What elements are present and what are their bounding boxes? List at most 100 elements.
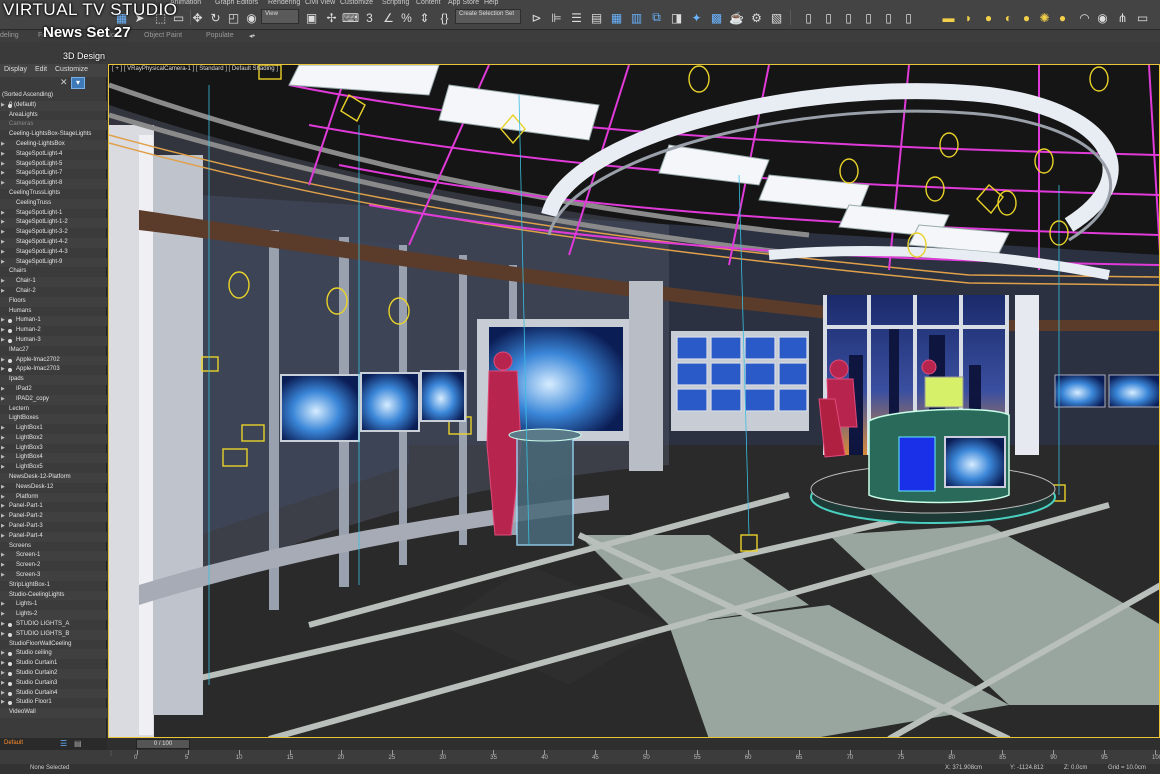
expand-arrow-icon[interactable]: ▶ — [1, 179, 5, 189]
scene-tree-row[interactable]: ▶ Platform — [0, 492, 107, 503]
scene-tree-row[interactable]: NewsDesk-12-Platform — [0, 473, 107, 483]
mirror-icon[interactable]: ⊳ — [528, 9, 545, 26]
angle-snap-icon[interactable]: ∠ — [380, 9, 397, 26]
scene-tree-row[interactable]: ▶ StageSpotLight-3-2 — [0, 228, 107, 238]
scene-tree-row[interactable]: ▶ 0 (default) — [0, 100, 107, 111]
scene-tree-row[interactable]: ▶ Panel-Part-4 — [0, 531, 107, 542]
visibility-icon[interactable] — [8, 623, 12, 628]
named-selection-set-dropdown[interactable]: Create Selection Set — [455, 9, 521, 24]
expand-arrow-icon[interactable]: ▶ — [1, 326, 5, 336]
scene-tree-row[interactable]: ▶ Chair-1 — [0, 277, 107, 287]
sort-header[interactable]: (Sorted Ascending) — [0, 91, 107, 101]
render-setup-icon[interactable]: ✦ — [688, 9, 705, 26]
schematic-view-icon[interactable]: ⧉ — [648, 9, 665, 26]
place-icon[interactable]: ◉ — [243, 9, 260, 26]
expand-arrow-icon[interactable]: ▶ — [1, 659, 5, 669]
scene-tree-row[interactable]: ▶ Chair-2 — [0, 287, 107, 297]
scene-tree-row[interactable]: ▶ Studio ceiling — [0, 649, 107, 660]
modify-panel-icon[interactable]: ▯ — [820, 9, 837, 26]
viewport-label[interactable]: [ + ] [ VRayPhysicalCamera-1 ] [ Standar… — [112, 66, 278, 72]
scene-tree-row[interactable]: ▶ Lights-1 — [0, 600, 107, 610]
expand-arrow-icon[interactable]: ▶ — [1, 453, 5, 463]
coordinate-z[interactable]: Z: 0.0cm — [1064, 765, 1087, 771]
expand-arrow-icon[interactable]: ▶ — [1, 679, 5, 689]
scene-tree-row[interactable]: Studio-CeelingLights — [0, 590, 107, 601]
percent-snap-icon[interactable]: % — [398, 9, 415, 26]
visibility-icon[interactable] — [8, 358, 12, 363]
scene-tree-row[interactable]: ▶ Studio Curtain1 — [0, 659, 107, 669]
expand-arrow-icon[interactable]: ▶ — [1, 336, 5, 346]
render-activeshade-icon[interactable]: ▧ — [768, 9, 785, 26]
coordinate-x[interactable]: X: 371.908cm — [945, 765, 982, 771]
expand-arrow-icon[interactable]: ▶ — [1, 522, 5, 532]
scene-tree-row[interactable]: ▶ Studio Curtain4 — [0, 688, 107, 699]
select-rotate-icon[interactable]: ↻ — [207, 9, 224, 26]
spinner-snap-icon[interactable]: ⇕ — [416, 9, 433, 26]
expand-arrow-icon[interactable]: ▶ — [1, 610, 5, 620]
scene-tree-row[interactable]: ▶ StageSpotLight-7 — [0, 169, 107, 179]
scene-tree-row[interactable]: ▶ Lights-2 — [0, 610, 107, 621]
expand-arrow-icon[interactable]: ▶ — [1, 150, 5, 160]
filter-icon[interactable]: ▾ — [71, 77, 85, 89]
scene-tree-row[interactable]: ▶ LightBox1 — [0, 424, 107, 434]
scene-tree-row[interactable]: ▶ StageSpotLight-5 — [0, 159, 107, 170]
visibility-icon[interactable] — [8, 338, 12, 343]
light-sphere-icon[interactable]: ● — [980, 9, 997, 26]
light-box-icon[interactable]: ▬ — [940, 9, 957, 26]
expand-arrow-icon[interactable]: ▶ — [1, 493, 5, 503]
reference-coordinate-dropdown[interactable]: View — [261, 9, 299, 24]
scene-tree-row[interactable]: ▶ Apple-Imac2702 — [0, 355, 107, 366]
track-bar[interactable]: ⫶ 0 5 10 15 20 25 30 35 40 45 50 55 60 65 70 75 80 85 90 95… — [0, 750, 1160, 764]
scene-tree-row[interactable]: ▶ Screen-1 — [0, 551, 107, 562]
expand-arrow-icon[interactable]: ▶ — [1, 483, 5, 493]
expand-arrow-icon[interactable]: ▶ — [1, 698, 5, 708]
motion-panel-icon[interactable]: ▯ — [860, 9, 877, 26]
fur-icon[interactable]: ⋔ — [1114, 9, 1131, 26]
light-ies-icon[interactable]: ● — [1018, 9, 1035, 26]
select-move-icon[interactable]: ✥ — [189, 9, 206, 26]
pivot-icon[interactable]: ▣ — [303, 9, 320, 26]
scene-tree-row[interactable]: ▶ StageSpotLight-8 — [0, 179, 107, 189]
light-dome-icon[interactable]: ◗ — [960, 9, 977, 26]
manipulate-icon[interactable]: ✢ — [323, 9, 340, 26]
scene-tree-row[interactable]: ▶ StageSpotLight-1 — [0, 209, 107, 219]
expand-arrow-icon[interactable]: ▶ — [1, 218, 5, 228]
scene-tree-row[interactable]: StripLightBox-1 — [0, 581, 107, 591]
scene-tree-row[interactable]: ▶ IPad2 — [0, 385, 107, 395]
expand-arrow-icon[interactable]: ▶ — [1, 444, 5, 454]
expand-arrow-icon[interactable]: ▶ — [1, 551, 5, 561]
expand-arrow-icon[interactable]: ▶ — [1, 532, 5, 542]
expand-arrow-icon[interactable]: ▶ — [1, 238, 5, 248]
expand-arrow-icon[interactable]: ▶ — [1, 669, 5, 679]
scene-tree-row[interactable]: Floors — [0, 296, 107, 307]
expand-arrow-icon[interactable]: ▶ — [1, 356, 5, 366]
proxy-icon[interactable]: ◉ — [1094, 9, 1111, 26]
scene-tree-row[interactable]: Humans — [0, 307, 107, 317]
visibility-icon[interactable] — [8, 701, 12, 706]
layer-icon[interactable]: ☰ — [60, 739, 67, 748]
scene-tree-row[interactable]: ▶ Panel-Part-2 — [0, 512, 107, 523]
create-panel-icon[interactable]: ▯ — [800, 9, 817, 26]
expand-arrow-icon[interactable]: ▶ — [1, 385, 5, 395]
expand-arrow-icon[interactable]: ▶ — [1, 649, 5, 659]
keyboard-shortcut-icon[interactable]: ⌨ — [342, 9, 359, 26]
scene-menu-display[interactable]: Display — [4, 66, 27, 73]
expand-arrow-icon[interactable]: ▶ — [1, 140, 5, 150]
expand-arrow-icon[interactable]: ▶ — [1, 463, 5, 473]
toggle-ribbon-icon[interactable]: ▤ — [588, 9, 605, 26]
scene-tree-row[interactable]: ▶ IPAD2_copy — [0, 394, 107, 405]
expand-arrow-icon[interactable]: ▶ — [1, 258, 5, 268]
expand-arrow-icon[interactable]: ▶ — [1, 424, 5, 434]
visibility-icon[interactable] — [8, 691, 12, 696]
snap-3d-icon[interactable]: 3 — [361, 9, 378, 26]
visibility-icon[interactable] — [8, 319, 12, 324]
scene-tree-row[interactable]: Cameras — [0, 120, 107, 131]
expand-arrow-icon[interactable]: ▶ — [1, 571, 5, 581]
expand-arrow-icon[interactable]: ▶ — [1, 316, 5, 326]
expand-arrow-icon[interactable]: ▶ — [1, 512, 5, 522]
expand-arrow-icon[interactable]: ▶ — [1, 434, 5, 444]
close-icon[interactable]: ✕ — [60, 77, 68, 88]
scene-tree-row[interactable]: ▶ Ceeling-LightsBox — [0, 139, 107, 150]
sun-icon[interactable]: ✺ — [1036, 9, 1053, 26]
visibility-icon[interactable] — [8, 368, 12, 373]
